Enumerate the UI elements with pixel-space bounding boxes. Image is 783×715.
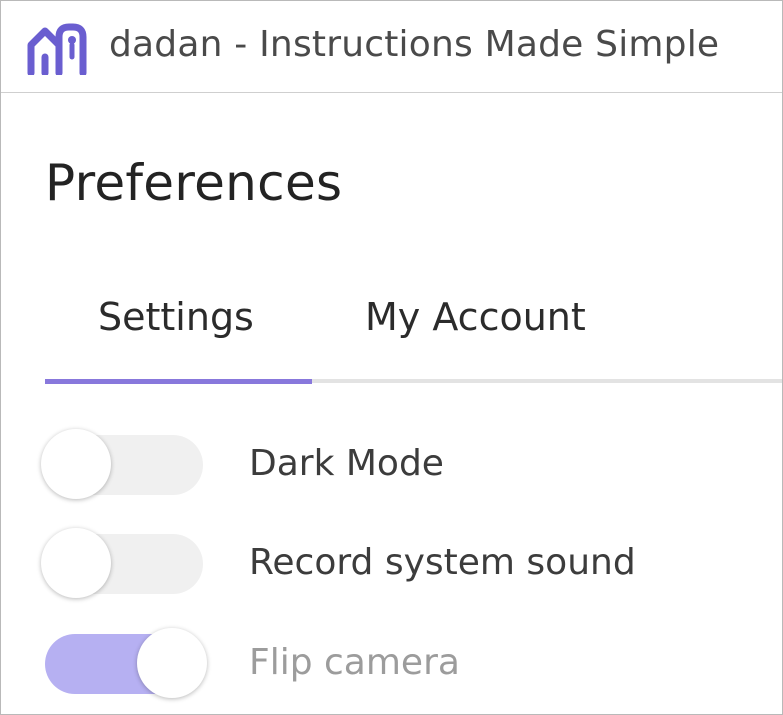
dark-mode-label: Dark Mode xyxy=(249,443,444,484)
dadan-logo-icon xyxy=(27,23,87,75)
tab-my-account[interactable]: My Account xyxy=(365,291,586,343)
flip-camera-toggle[interactable] xyxy=(39,628,209,700)
page-title: Preferences xyxy=(45,154,343,212)
title-bar: dadan - Instructions Made Simple xyxy=(1,1,782,93)
setting-row-dark-mode: Dark Mode xyxy=(39,429,739,501)
app-window: dadan - Instructions Made Simple Prefere… xyxy=(0,0,783,715)
tab-settings[interactable]: Settings xyxy=(98,291,254,343)
toggle-knob xyxy=(41,429,111,499)
record-system-sound-toggle[interactable] xyxy=(39,528,209,600)
record-system-sound-label: Record system sound xyxy=(249,542,636,583)
toggle-knob xyxy=(41,528,111,598)
toggle-knob xyxy=(137,628,207,698)
tab-bar: Settings My Account xyxy=(45,287,782,384)
flip-camera-label: Flip camera xyxy=(249,642,460,683)
dark-mode-toggle[interactable] xyxy=(39,429,209,501)
active-tab-indicator xyxy=(45,379,312,384)
setting-row-record-system-sound: Record system sound xyxy=(39,528,739,600)
window-title: dadan - Instructions Made Simple xyxy=(109,24,720,65)
setting-row-flip-camera: Flip camera xyxy=(39,628,739,700)
